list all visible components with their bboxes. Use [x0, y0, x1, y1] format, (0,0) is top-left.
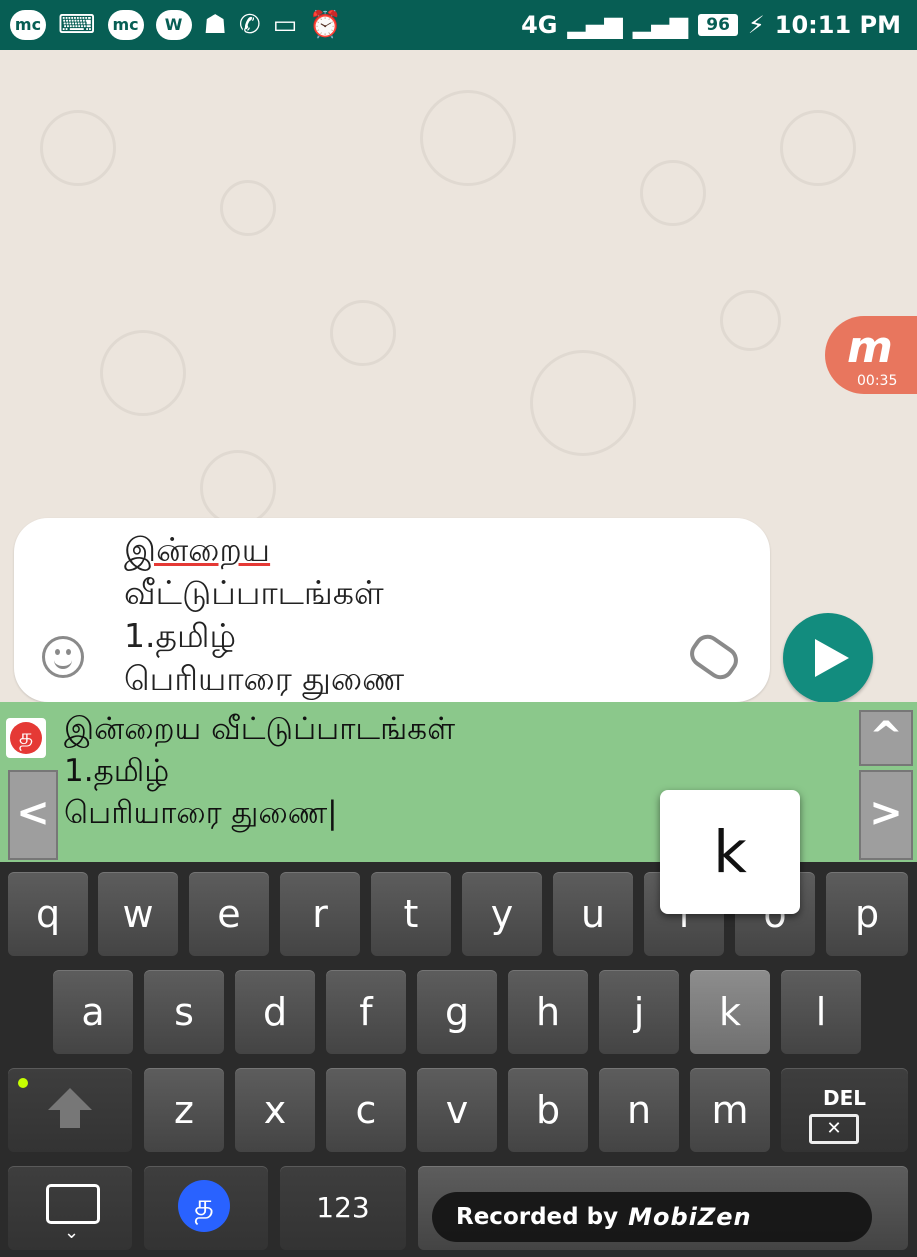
- key-preview-popup: k: [660, 790, 800, 914]
- key-n[interactable]: n: [599, 1068, 679, 1152]
- cursor-up-button[interactable]: ^: [859, 710, 913, 766]
- send-icon: [815, 639, 849, 677]
- input-line: பெரியாரை துணை: [124, 659, 405, 698]
- wallpaper-doodle: [720, 290, 781, 351]
- composition-line: பெரியாரை துணை|: [64, 795, 338, 831]
- keyboard-icon: [46, 1184, 100, 1224]
- w-icon: W: [155, 10, 192, 40]
- emoji-icon[interactable]: [42, 636, 84, 678]
- input-line: வீட்டுப்பாடங்கள்: [124, 573, 384, 612]
- wallpaper-doodle: [100, 330, 186, 416]
- key-h[interactable]: h: [508, 970, 588, 1054]
- shift-key[interactable]: [8, 1068, 132, 1152]
- keyboard-icon: ⌨: [58, 10, 96, 40]
- message-text[interactable]: இன்றைய வீட்டுப்பாடங்கள் 1.தமிழ் பெரியாரை…: [124, 528, 684, 700]
- key-p[interactable]: p: [826, 872, 908, 956]
- wallpaper-doodle: [330, 300, 396, 366]
- wallpaper-doodle: [200, 450, 276, 526]
- key-r[interactable]: r: [280, 872, 360, 956]
- chevron-down-icon: ⌄: [64, 1222, 80, 1243]
- shift-icon-stem: [60, 1110, 80, 1128]
- key-c[interactable]: c: [326, 1068, 406, 1152]
- key-w[interactable]: w: [98, 872, 178, 956]
- shift-icon: [48, 1088, 92, 1110]
- key-f[interactable]: f: [326, 970, 406, 1054]
- wallpaper-doodle: [40, 110, 116, 186]
- wifi-call-icon: ✆: [238, 10, 261, 40]
- key-m[interactable]: m: [690, 1068, 770, 1152]
- notification-icons: mc ⌨ mc W ☗ ✆ ▭ ⏰: [0, 10, 342, 40]
- key-t[interactable]: t: [371, 872, 451, 956]
- cast-icon: ▭: [272, 10, 298, 40]
- delete-key[interactable]: DEL ✕: [781, 1068, 908, 1152]
- wallpaper-doodle: [640, 160, 706, 226]
- mc-icon: mc: [107, 10, 144, 40]
- key-d[interactable]: d: [235, 970, 315, 1054]
- backspace-icon: ✕: [809, 1114, 859, 1144]
- signal-icon: ▂▄▆: [567, 11, 623, 39]
- key-v[interactable]: v: [417, 1068, 497, 1152]
- composition-line: 1.தமிழ்: [64, 753, 170, 789]
- key-s[interactable]: s: [144, 970, 224, 1054]
- key-x[interactable]: x: [235, 1068, 315, 1152]
- charging-icon: ⚡: [747, 11, 765, 39]
- input-line: 1.தமிழ்: [124, 616, 237, 655]
- chevron-right-icon: >: [869, 790, 903, 836]
- watermark-text: Recorded by: [456, 1204, 619, 1230]
- key-a[interactable]: a: [53, 970, 133, 1054]
- recording-time: 00:35: [857, 373, 898, 389]
- cursor-right-button[interactable]: >: [859, 770, 913, 860]
- wallpaper-doodle: [530, 350, 636, 456]
- input-line: இன்றைய: [124, 530, 271, 569]
- key-l[interactable]: l: [781, 970, 861, 1054]
- key-k[interactable]: k: [690, 970, 770, 1054]
- wallpaper-doodle: [220, 180, 276, 236]
- key-z[interactable]: z: [144, 1068, 224, 1152]
- numbers-key[interactable]: 123: [280, 1166, 406, 1250]
- chevron-left-icon: <: [16, 790, 50, 836]
- status-right: 4G ▂▄▆ ▂▄▆ 96 ⚡ 10:11 PM: [521, 0, 901, 50]
- keyboard-switch-key[interactable]: ⌄: [8, 1166, 132, 1250]
- mobizen-logo: MobiZen: [628, 1203, 752, 1231]
- tamil-keyboard-app-icon[interactable]: த: [6, 718, 46, 758]
- wallpaper-doodle: [780, 110, 856, 186]
- tamil-language-key[interactable]: த: [144, 1166, 268, 1250]
- cursor-left-button[interactable]: <: [8, 770, 58, 860]
- signal-icon-2: ▂▄▆: [632, 11, 689, 39]
- caps-indicator: [18, 1078, 28, 1088]
- key-u[interactable]: u: [553, 872, 633, 956]
- recorder-logo: m: [847, 322, 893, 373]
- attach-icon[interactable]: [684, 629, 744, 685]
- composition-text[interactable]: இன்றைய வீட்டுப்பாடங்கள் 1.தமிழ் பெரியாரை…: [64, 708, 455, 834]
- key-j[interactable]: j: [599, 970, 679, 1054]
- send-button[interactable]: [783, 613, 873, 703]
- screen-recorder-bubble[interactable]: m 00:35: [825, 316, 917, 394]
- battery-level: 96: [698, 14, 738, 36]
- wallpaper-doodle: [420, 90, 516, 186]
- network-type: 4G: [521, 11, 558, 39]
- key-q[interactable]: q: [8, 872, 88, 956]
- android-icon: ☗: [203, 10, 227, 40]
- composition-line: இன்றைய வீட்டுப்பாடங்கள்: [64, 711, 456, 747]
- key-y[interactable]: y: [462, 872, 542, 956]
- clock: 10:11 PM: [774, 11, 901, 39]
- delete-label: DEL: [822, 1086, 866, 1110]
- alarm-icon: ⏰: [309, 10, 342, 40]
- key-e[interactable]: e: [189, 872, 269, 956]
- chevron-up-icon: ^: [869, 714, 903, 760]
- recording-watermark: Recorded by MobiZen: [432, 1192, 872, 1242]
- key-g[interactable]: g: [417, 970, 497, 1054]
- tamil-language-icon: த: [178, 1180, 230, 1232]
- mc-icon: mc: [10, 10, 46, 40]
- message-input[interactable]: இன்றைய வீட்டுப்பாடங்கள் 1.தமிழ் பெரியாரை…: [14, 518, 770, 702]
- status-bar: mc ⌨ mc W ☗ ✆ ▭ ⏰ 4G ▂▄▆ ▂▄▆ 96 ⚡ 10:11 …: [0, 0, 917, 50]
- key-b[interactable]: b: [508, 1068, 588, 1152]
